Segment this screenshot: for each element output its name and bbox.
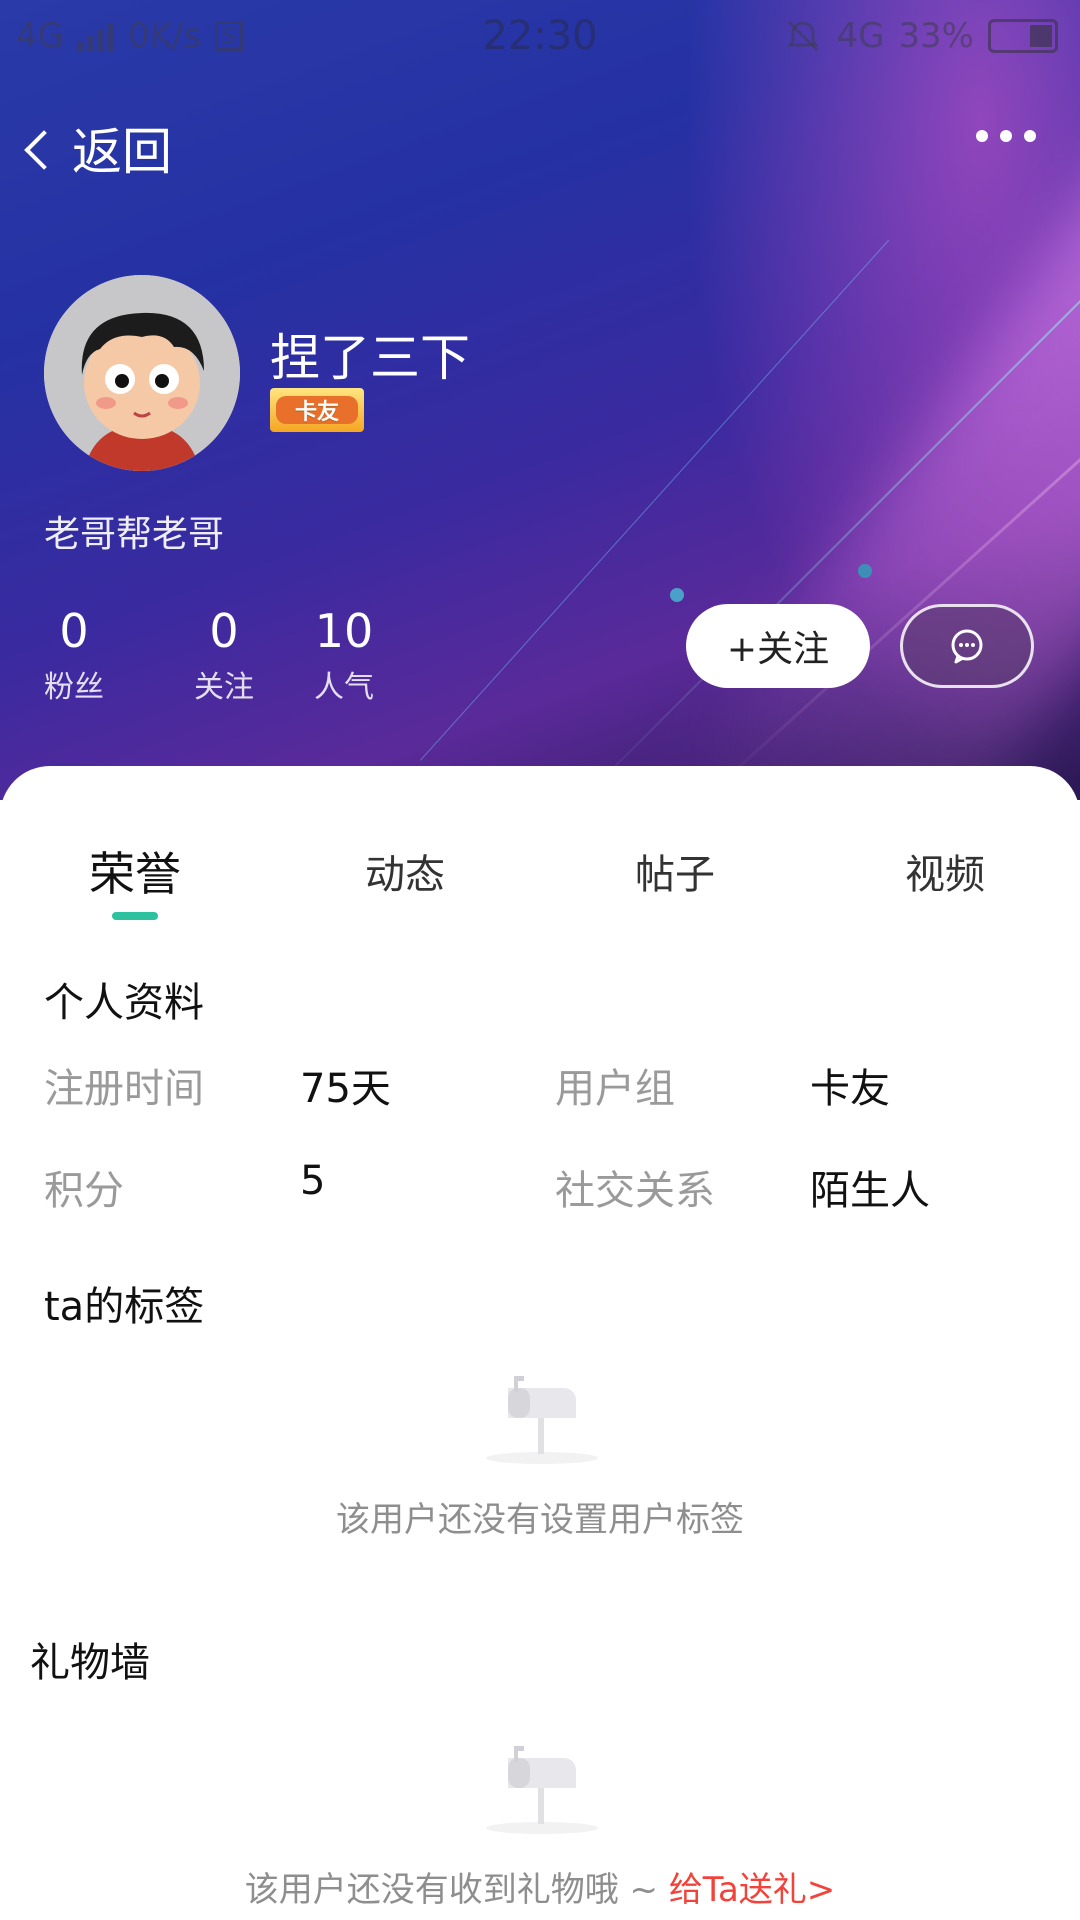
- info-label-relationship: 社交关系: [555, 1168, 715, 1214]
- avatar[interactable]: [44, 275, 240, 471]
- user-group-badge: 卡友: [270, 388, 364, 432]
- avatar-cartoon-icon: [44, 275, 240, 471]
- user-bio: 老哥帮老哥: [44, 514, 225, 555]
- banner-dot: [670, 588, 684, 602]
- stat-popularity: 10 人气: [284, 604, 404, 706]
- info-value-register-time: 75天: [300, 1066, 391, 1112]
- banner-glow: [665, 66, 1080, 800]
- stats-row: 0 粉丝 0 关注 10 人气: [44, 604, 404, 706]
- stat-following[interactable]: 0 关注: [164, 604, 284, 706]
- empty-mailbox-icon: [486, 1746, 598, 1834]
- stat-label: 关注: [194, 670, 254, 705]
- send-gift-link[interactable]: 给Ta送礼>: [669, 1870, 835, 1910]
- profile-content-card: 荣誉 动态 帖子 视频 个人资料 注册时间 75天 用户组 卡友 积分 5 社交…: [0, 766, 1080, 1920]
- status-bar: 4G 0K/s S 22:30 4G 33%: [0, 0, 1080, 72]
- chevron-left-icon: [24, 130, 64, 170]
- message-button[interactable]: [900, 604, 1034, 688]
- empty-mailbox-icon: [486, 1376, 598, 1464]
- info-label-user-group: 用户组: [555, 1066, 675, 1112]
- chat-bubble-icon: [951, 629, 983, 664]
- info-label-register-time: 注册时间: [44, 1066, 204, 1112]
- gift-wall-title: 礼物墙: [30, 1640, 150, 1686]
- tab-bar: 荣誉 动态 帖子 视频: [0, 838, 1080, 918]
- back-button[interactable]: 返回: [24, 112, 172, 184]
- tab-indicator: [112, 912, 158, 920]
- stat-fans[interactable]: 0 粉丝: [44, 604, 104, 706]
- tab-videos[interactable]: 视频: [845, 842, 1045, 900]
- username: 捏了三下: [270, 329, 470, 387]
- status-time: 22:30: [482, 13, 598, 59]
- profile-banner: 4G 0K/s S 22:30 4G 33% 返回 捏了三下 卡友 老哥帮老哥 …: [0, 0, 1080, 800]
- info-value-user-group: 卡友: [810, 1066, 890, 1112]
- banner-dot: [858, 564, 872, 578]
- gift-empty-text: 该用户还没有收到礼物哦 ~: [244, 1870, 669, 1910]
- tags-title: ta的标签: [44, 1284, 205, 1330]
- info-label-points: 积分: [44, 1168, 124, 1214]
- tab-posts[interactable]: 帖子: [575, 842, 775, 900]
- info-value-points: 5: [300, 1158, 326, 1204]
- tab-activity[interactable]: 动态: [305, 842, 505, 900]
- tags-empty-text: 该用户还没有设置用户标签: [336, 1500, 744, 1540]
- stat-label: 人气: [314, 670, 374, 705]
- badge-label: 卡友: [294, 400, 339, 425]
- personal-info-title: 个人资料: [44, 980, 204, 1026]
- more-dots-icon: [1000, 130, 1012, 142]
- more-dots-icon: [1024, 130, 1036, 142]
- tab-honor[interactable]: 荣誉: [35, 838, 235, 904]
- more-options-button[interactable]: [976, 130, 1036, 142]
- stat-value: 0: [209, 604, 239, 658]
- battery-icon: [988, 19, 1058, 53]
- gift-empty-row: 该用户还没有收到礼物哦 ~ 给Ta送礼>: [0, 1862, 1080, 1911]
- stat-value: 10: [314, 604, 374, 658]
- more-dots-icon: [976, 130, 988, 142]
- stat-label: 粉丝: [44, 670, 104, 705]
- stat-value: 0: [59, 604, 89, 658]
- info-value-relationship: 陌生人: [810, 1168, 930, 1214]
- back-label: 返回: [72, 123, 172, 181]
- follow-button[interactable]: +关注: [686, 604, 870, 688]
